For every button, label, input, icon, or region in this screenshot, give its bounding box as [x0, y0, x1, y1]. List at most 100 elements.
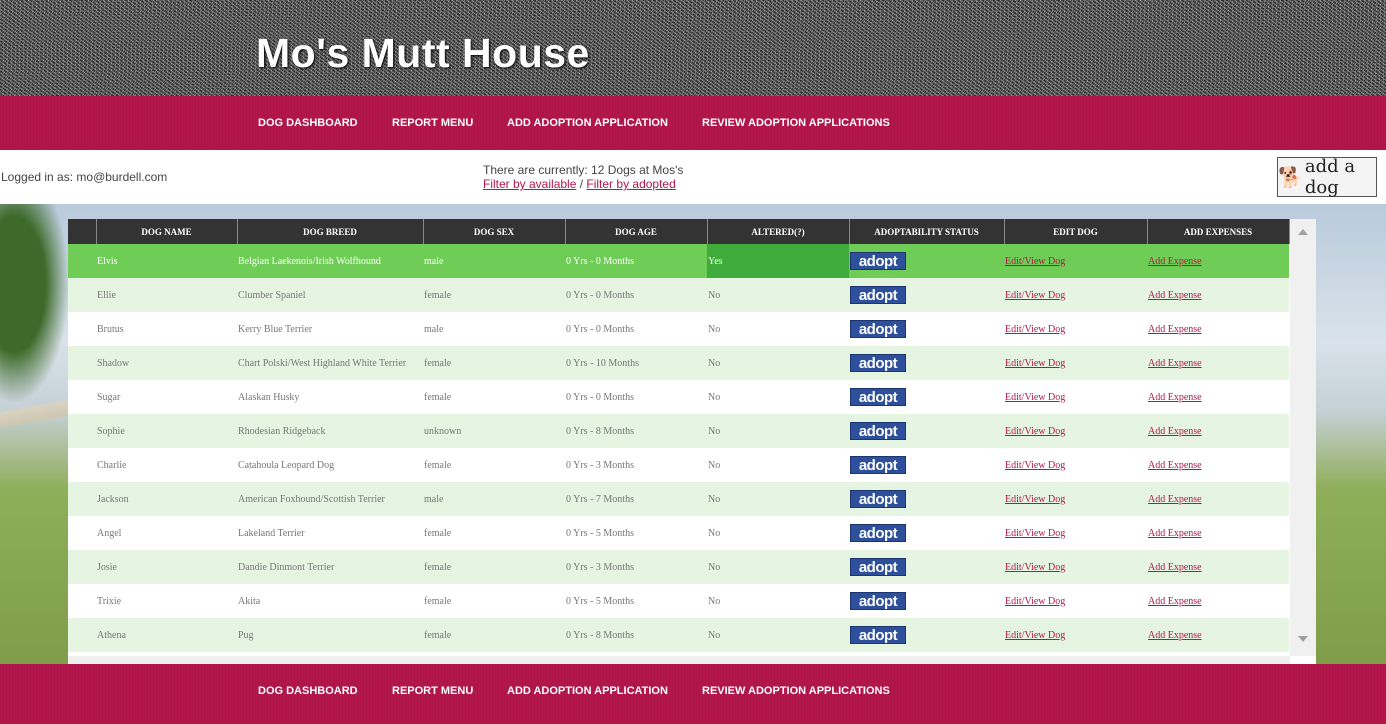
altered-cell: Yes	[707, 244, 849, 278]
scroll-up-arrow-icon[interactable]	[1298, 229, 1308, 235]
table-row[interactable]: Trixie Akita female 0 Yrs - 5 Months No adopt…	[68, 584, 1289, 618]
add-expense-link[interactable]: Add Expense	[1148, 290, 1202, 301]
horizontal-scrollbar[interactable]	[68, 656, 1290, 664]
header-dog-name[interactable]: DOG NAME	[96, 219, 238, 244]
adopt-button[interactable]: adopt	[850, 286, 906, 304]
adopt-button[interactable]: adopt	[850, 558, 906, 576]
header-edit-dog[interactable]: EDIT DOG	[1004, 219, 1148, 244]
edit-dog-cell: Edit/View Dog	[1004, 584, 1147, 618]
add-expense-link[interactable]: Add Expense	[1148, 426, 1202, 437]
filter-available-link[interactable]: Filter by available	[483, 177, 576, 191]
edit-view-dog-link[interactable]: Edit/View Dog	[1005, 324, 1065, 335]
add-expense-link[interactable]: Add Expense	[1148, 596, 1202, 607]
add-dog-button[interactable]: 🐕 add a dog	[1277, 156, 1377, 198]
altered-cell: No	[707, 346, 849, 380]
filter-adopted-link[interactable]: Filter by adopted	[586, 177, 675, 191]
footer-nav-add-adoption-application[interactable]: ADD ADOPTION APPLICATION	[507, 685, 668, 697]
edit-dog-cell: Edit/View Dog	[1004, 278, 1147, 312]
add-expense-link[interactable]: Add Expense	[1148, 358, 1202, 369]
adopt-button[interactable]: adopt	[850, 422, 906, 440]
table-row[interactable]: Jackson American Foxhound/Scottish Terrie…	[68, 482, 1289, 516]
table-row[interactable]: Angel Lakeland Terrier female 0 Yrs - 5 Mon…	[68, 516, 1289, 550]
row-spacer	[68, 584, 96, 618]
header-adoptability-status[interactable]: ADOPTABILITY STATUS	[849, 219, 1005, 244]
dog-age-cell: 0 Yrs - 0 Months	[565, 312, 707, 346]
edit-dog-cell: Edit/View Dog	[1004, 414, 1147, 448]
add-expense-link[interactable]: Add Expense	[1148, 494, 1202, 505]
edit-view-dog-link[interactable]: Edit/View Dog	[1005, 392, 1065, 403]
dog-icon: 🐕	[1278, 165, 1303, 189]
add-expense-link[interactable]: Add Expense	[1148, 460, 1202, 471]
filter-links: Filter by available / Filter by adopted	[483, 177, 676, 191]
add-expense-link[interactable]: Add Expense	[1148, 630, 1202, 641]
edit-view-dog-link[interactable]: Edit/View Dog	[1005, 460, 1065, 471]
dog-breed-cell: Akita	[237, 584, 423, 618]
nav-review-adoption-applications[interactable]: REVIEW ADOPTION APPLICATIONS	[702, 117, 890, 129]
header-dog-age[interactable]: DOG AGE	[565, 219, 708, 244]
dog-sex-cell: female	[423, 448, 565, 482]
table-row[interactable]: Sugar Alaskan Husky female 0 Yrs - 0 Months…	[68, 380, 1289, 414]
table-row[interactable]: Elvis Belgian Laekenois/Irish Wolfhound ma…	[68, 244, 1289, 278]
table-row[interactable]: Shadow Chart Polski/West Highland White T…	[68, 346, 1289, 380]
adoptability-cell: adopt	[849, 278, 1004, 312]
dog-name-cell: Ellie	[96, 278, 237, 312]
header-altered[interactable]: ALTERED(?)	[707, 219, 850, 244]
background-tree	[0, 204, 70, 404]
footer-nav-dog-dashboard[interactable]: DOG DASHBOARD	[258, 685, 358, 697]
header-add-expenses[interactable]: ADD EXPENSES	[1147, 219, 1290, 244]
edit-view-dog-link[interactable]: Edit/View Dog	[1005, 494, 1065, 505]
dog-breed-cell: Dandie Dinmont Terrier	[237, 550, 423, 584]
table-header-row: DOG NAME DOG BREED DOG SEX DOG AGE ALTER…	[68, 219, 1290, 244]
adopt-button[interactable]: adopt	[850, 320, 906, 338]
add-expense-link[interactable]: Add Expense	[1148, 528, 1202, 539]
nav-dog-dashboard[interactable]: DOG DASHBOARD	[258, 117, 358, 129]
dog-sex-cell: female	[423, 550, 565, 584]
footer-nav-review-adoption-applications[interactable]: REVIEW ADOPTION APPLICATIONS	[702, 685, 890, 697]
dog-breed-cell: Belgian Laekenois/Irish Wolfhound	[237, 244, 423, 278]
nav-report-menu[interactable]: REPORT MENU	[392, 117, 473, 129]
nav-add-adoption-application[interactable]: ADD ADOPTION APPLICATION	[507, 117, 668, 129]
dog-age-cell: 0 Yrs - 0 Months	[565, 380, 707, 414]
vertical-scrollbar[interactable]	[1290, 219, 1316, 656]
footer-nav-report-menu[interactable]: REPORT MENU	[392, 685, 473, 697]
add-expense-link[interactable]: Add Expense	[1148, 256, 1202, 267]
adopt-button[interactable]: adopt	[850, 456, 906, 474]
edit-view-dog-link[interactable]: Edit/View Dog	[1005, 290, 1065, 301]
edit-view-dog-link[interactable]: Edit/View Dog	[1005, 256, 1065, 267]
edit-view-dog-link[interactable]: Edit/View Dog	[1005, 426, 1065, 437]
header-blank	[68, 219, 97, 244]
edit-view-dog-link[interactable]: Edit/View Dog	[1005, 562, 1065, 573]
adopt-button[interactable]: adopt	[850, 388, 906, 406]
edit-dog-cell: Edit/View Dog	[1004, 312, 1147, 346]
edit-dog-cell: Edit/View Dog	[1004, 618, 1147, 652]
table-row[interactable]: Athena Pug female 0 Yrs - 8 Months No adopt Ed…	[68, 618, 1289, 652]
adopt-button[interactable]: adopt	[850, 626, 906, 644]
edit-view-dog-link[interactable]: Edit/View Dog	[1005, 630, 1065, 641]
add-expense-cell: Add Expense	[1147, 244, 1289, 278]
dog-breed-cell: Rhodesian Ridgeback	[237, 414, 423, 448]
edit-view-dog-link[interactable]: Edit/View Dog	[1005, 596, 1065, 607]
adopt-button[interactable]: adopt	[850, 354, 906, 372]
header-dog-sex[interactable]: DOG SEX	[423, 219, 566, 244]
add-expense-link[interactable]: Add Expense	[1148, 562, 1202, 573]
adopt-button[interactable]: adopt	[850, 592, 906, 610]
table-row[interactable]: Josie Dandie Dinmont Terrier female 0 Yrs -…	[68, 550, 1289, 584]
add-expense-link[interactable]: Add Expense	[1148, 392, 1202, 403]
table-row[interactable]: Ellie Clumber Spaniel female 0 Yrs - 0 Mont…	[68, 278, 1289, 312]
edit-view-dog-link[interactable]: Edit/View Dog	[1005, 528, 1065, 539]
dog-sex-cell: unknown	[423, 414, 565, 448]
adopt-button[interactable]: adopt	[850, 490, 906, 508]
table-row[interactable]: Brutus Kerry Blue Terrier male 0 Yrs - 0 Mo…	[68, 312, 1289, 346]
add-expense-link[interactable]: Add Expense	[1148, 324, 1202, 335]
header-dog-breed[interactable]: DOG BREED	[237, 219, 424, 244]
row-spacer	[68, 380, 96, 414]
edit-view-dog-link[interactable]: Edit/View Dog	[1005, 358, 1065, 369]
row-spacer	[68, 516, 96, 550]
scroll-down-arrow-icon[interactable]	[1298, 636, 1308, 642]
table-row[interactable]: Sophie Rhodesian Ridgeback unknown 0 Yrs - …	[68, 414, 1289, 448]
row-spacer	[68, 482, 96, 516]
adopt-button[interactable]: adopt	[850, 524, 906, 542]
table-row[interactable]: Charlie Catahoula Leopard Dog female 0 Yrs …	[68, 448, 1289, 482]
altered-cell: No	[707, 550, 849, 584]
adopt-button[interactable]: adopt	[850, 252, 906, 270]
